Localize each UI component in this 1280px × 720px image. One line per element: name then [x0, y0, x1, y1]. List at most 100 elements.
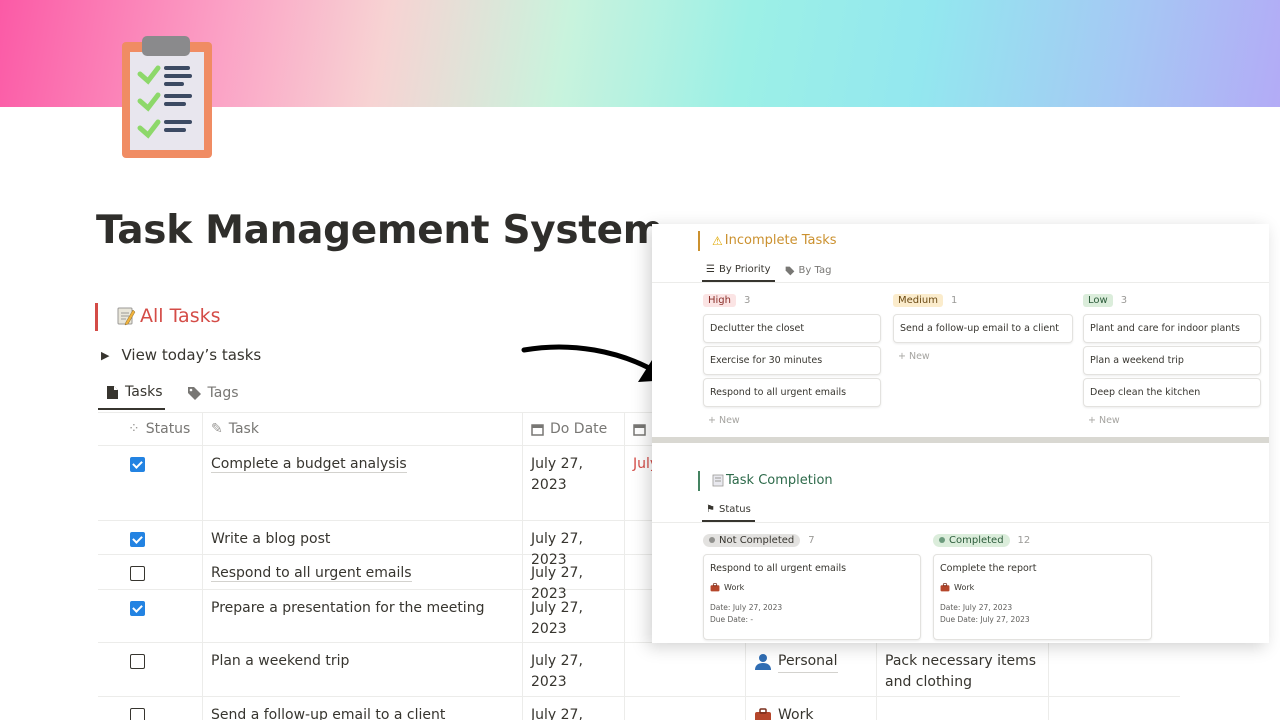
calendar-icon	[633, 423, 646, 436]
all-tasks-heading: All Tasks	[116, 305, 221, 327]
tab-status-label: Status	[718, 504, 751, 515]
card-date: Date: July 27, 2023	[940, 603, 1013, 612]
do-date-cell[interactable]: July 27, 2023	[523, 555, 625, 602]
checkbox-unchecked[interactable]	[130, 654, 145, 669]
section-divider	[652, 437, 1269, 443]
tag-icon	[187, 386, 201, 400]
status-pill-label: Not Completed	[719, 534, 795, 546]
triangle-right-icon[interactable]: ▶	[101, 349, 109, 362]
header-task-label: Task	[228, 421, 259, 437]
task-card[interactable]: Respond to all urgent emails	[703, 378, 881, 407]
task-title[interactable]: Write a blog post	[211, 531, 330, 547]
task-card[interactable]: Exercise for 30 minutes	[703, 346, 881, 375]
task-title[interactable]: Plan a weekend trip	[211, 653, 349, 669]
tab-by-priority[interactable]: ☰ By Priority	[702, 261, 775, 282]
notes-cell[interactable]: Pack necessary items and clothing	[877, 643, 1049, 696]
task-card[interactable]: Deep clean the kitchen	[1083, 378, 1261, 407]
status-cell	[98, 697, 203, 720]
priority-pill[interactable]: Low	[1083, 293, 1113, 307]
calendar-icon	[531, 423, 544, 436]
task-card[interactable]: Respond to all urgent emails Work Date: …	[703, 554, 921, 640]
task-card[interactable]: Plant and care for indoor plants	[1083, 314, 1261, 343]
task-cell[interactable]: Write a blog post	[203, 521, 523, 554]
card-title: Complete the report	[940, 563, 1037, 574]
tab-tasks[interactable]: Tasks	[98, 378, 165, 410]
task-cell[interactable]: Prepare a presentation for the meeting	[203, 590, 523, 642]
checkbox-checked[interactable]	[130, 601, 145, 616]
priority-pill[interactable]: Medium	[893, 293, 943, 307]
tag-cell[interactable]: Work	[746, 697, 877, 720]
table-row[interactable]: Send a follow-up email to a client July …	[98, 697, 1180, 720]
toggle-label: View today’s tasks	[121, 346, 262, 364]
task-title[interactable]: Prepare a presentation for the meeting	[211, 600, 484, 616]
status-column-not-completed: Not Completed 7 Respond to all urgent ema…	[703, 532, 921, 640]
do-date-cell[interactable]: July 27, 2023	[523, 643, 625, 696]
card-date: Date: July 27, 2023	[710, 603, 783, 612]
new-label: New	[718, 415, 740, 426]
do-date-cell[interactable]: July 27, 2023	[523, 521, 625, 568]
do-date-cell[interactable]: July 27, 2023	[523, 697, 625, 720]
all-tasks-accent-bar	[95, 303, 98, 331]
task-card[interactable]: Declutter the closet	[703, 314, 881, 343]
status-cell	[98, 590, 203, 642]
status-pill[interactable]: Completed	[933, 533, 1010, 547]
incomplete-heading: ⚠ Incomplete Tasks	[712, 233, 837, 248]
incomplete-title: Incomplete Tasks	[724, 233, 837, 248]
new-card-button[interactable]: + New	[893, 346, 1073, 367]
card-tag: Work	[954, 583, 975, 592]
checkbox-unchecked[interactable]	[130, 566, 145, 581]
card-due-date: Due Date: July 27, 2023	[940, 615, 1030, 624]
group-count: 12	[1017, 534, 1031, 546]
do-date-cell[interactable]: July 27, 2023	[523, 590, 625, 642]
task-cell[interactable]: Plan a weekend trip	[203, 643, 523, 696]
clipboard-icon[interactable]	[118, 34, 216, 162]
task-cell[interactable]: Complete a budget analysis	[203, 446, 523, 520]
priority-pill[interactable]: High	[703, 293, 736, 307]
group-count: 7	[808, 534, 815, 546]
new-label: New	[908, 351, 930, 362]
group-count: 3	[743, 294, 751, 306]
task-title[interactable]: Send a follow-up email to a client	[211, 707, 445, 720]
status-pill-label: Completed	[949, 534, 1004, 546]
status-column-completed: Completed 12 Complete the report Work Dat…	[933, 532, 1152, 640]
task-cell[interactable]: Respond to all urgent emails	[203, 555, 523, 589]
completion-title: Task Completion	[726, 473, 833, 488]
document-icon	[107, 385, 118, 399]
task-cell[interactable]: Send a follow-up email to a client	[203, 697, 523, 720]
briefcase-icon	[710, 583, 720, 592]
tag-icon	[785, 266, 794, 275]
tab-by-tag[interactable]: By Tag	[781, 261, 836, 282]
tab-tags[interactable]: Tags	[179, 378, 241, 410]
task-title[interactable]: Complete a budget analysis	[211, 456, 407, 473]
checkbox-checked[interactable]	[130, 457, 145, 472]
header-status-label: Status	[145, 421, 191, 437]
notes-cell[interactable]	[877, 697, 1049, 720]
completion-tabs: ⚑ Status	[652, 501, 1269, 523]
all-tasks-title: All Tasks	[140, 305, 221, 327]
all-tasks-view-tabs: Tasks Tags	[98, 378, 241, 410]
task-card[interactable]: Complete the report Work Date: July 27, …	[933, 554, 1152, 640]
do-date-cell[interactable]: July 27, 2023	[523, 446, 625, 520]
checkbox-unchecked[interactable]	[130, 708, 145, 720]
due-date-cell[interactable]	[625, 697, 746, 720]
new-card-button[interactable]: + New	[1083, 410, 1261, 431]
briefcase-icon	[940, 583, 950, 592]
due-date-cell[interactable]	[625, 643, 746, 696]
task-title[interactable]: Respond to all urgent emails	[211, 565, 412, 582]
tab-status[interactable]: ⚑ Status	[702, 501, 755, 522]
status-cell	[98, 643, 203, 696]
layers-icon: ☰	[706, 264, 715, 275]
task-card[interactable]: Plan a weekend trip	[1083, 346, 1261, 375]
header-do-date[interactable]: Do Date	[523, 413, 625, 445]
status-pill[interactable]: Not Completed	[703, 533, 801, 547]
tag-label: Work	[778, 707, 814, 720]
task-card[interactable]: Send a follow-up email to a client	[893, 314, 1073, 343]
header-task[interactable]: ✎ Task	[203, 413, 523, 445]
new-card-button[interactable]: + New	[703, 410, 881, 431]
table-row[interactable]: Plan a weekend trip July 27, 2023 Person…	[98, 643, 1180, 697]
header-status[interactable]: ⁘ Status	[98, 413, 203, 445]
checkbox-checked[interactable]	[130, 532, 145, 547]
tag-cell[interactable]: Personal	[746, 643, 877, 696]
status-cell	[98, 555, 203, 589]
today-tasks-toggle[interactable]: ▶ View today’s tasks	[101, 346, 261, 364]
